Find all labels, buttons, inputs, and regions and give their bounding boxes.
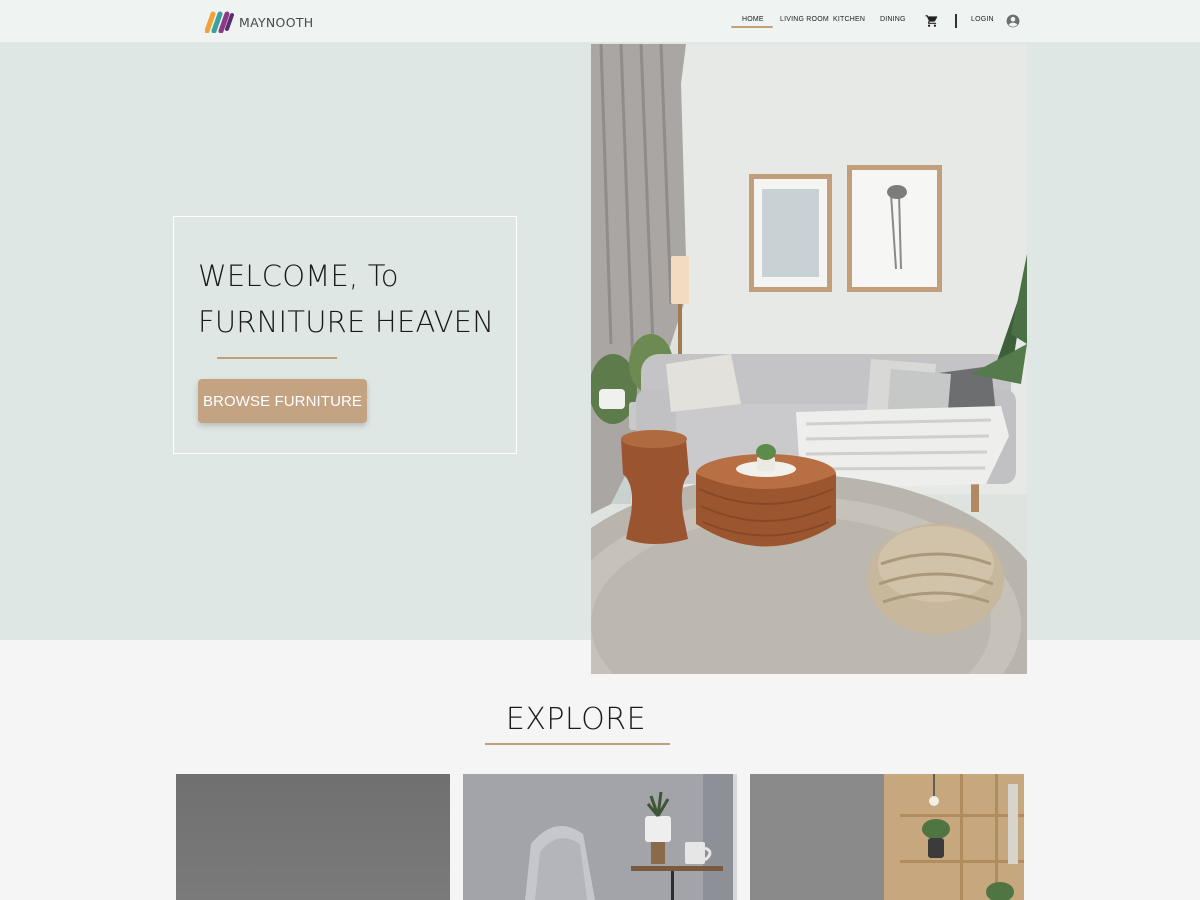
chair-and-plant-photo: [463, 774, 737, 900]
top-navbar: MAYNOOTH HOME LIVING ROOM KITCHEN DINING…: [0, 0, 1200, 43]
explore-card-1[interactable]: [176, 774, 450, 900]
wooden-shelf-photo: [750, 774, 1024, 900]
nav-home[interactable]: HOME: [742, 16, 764, 23]
nav-living-room[interactable]: LIVING ROOM: [780, 16, 829, 23]
explore-heading: EXPLORE: [505, 702, 647, 737]
nav-dining[interactable]: DINING: [880, 16, 906, 23]
stripes-logo-icon: [205, 11, 234, 33]
nav-login[interactable]: LOGIN: [971, 16, 994, 23]
account-circle-icon[interactable]: [1006, 14, 1020, 28]
living-room-photo: [591, 44, 1027, 674]
browse-furniture-button[interactable]: BROWSE FURNITURE: [198, 379, 367, 423]
hero-title-line-2: FURNITURE HEAVEN: [198, 305, 495, 339]
hero-title-line-1: WELCOME, To: [198, 259, 399, 293]
nav-kitchen[interactable]: KITCHEN: [833, 16, 865, 23]
brand-logo[interactable]: MAYNOOTH: [205, 11, 313, 33]
nav-divider: [955, 14, 957, 28]
brand-name: MAYNOOTH: [239, 14, 314, 30]
explore-card-2[interactable]: [463, 774, 737, 900]
grey-wall-photo: [176, 774, 450, 900]
explore-underline: [485, 743, 670, 745]
explore-card-3[interactable]: [750, 774, 1024, 900]
shopping-cart-icon[interactable]: [925, 14, 939, 28]
welcome-box: WELCOME, To FURNITURE HEAVEN BROWSE FURN…: [173, 216, 517, 454]
title-underline: [217, 357, 337, 359]
active-nav-underline: [731, 26, 773, 28]
